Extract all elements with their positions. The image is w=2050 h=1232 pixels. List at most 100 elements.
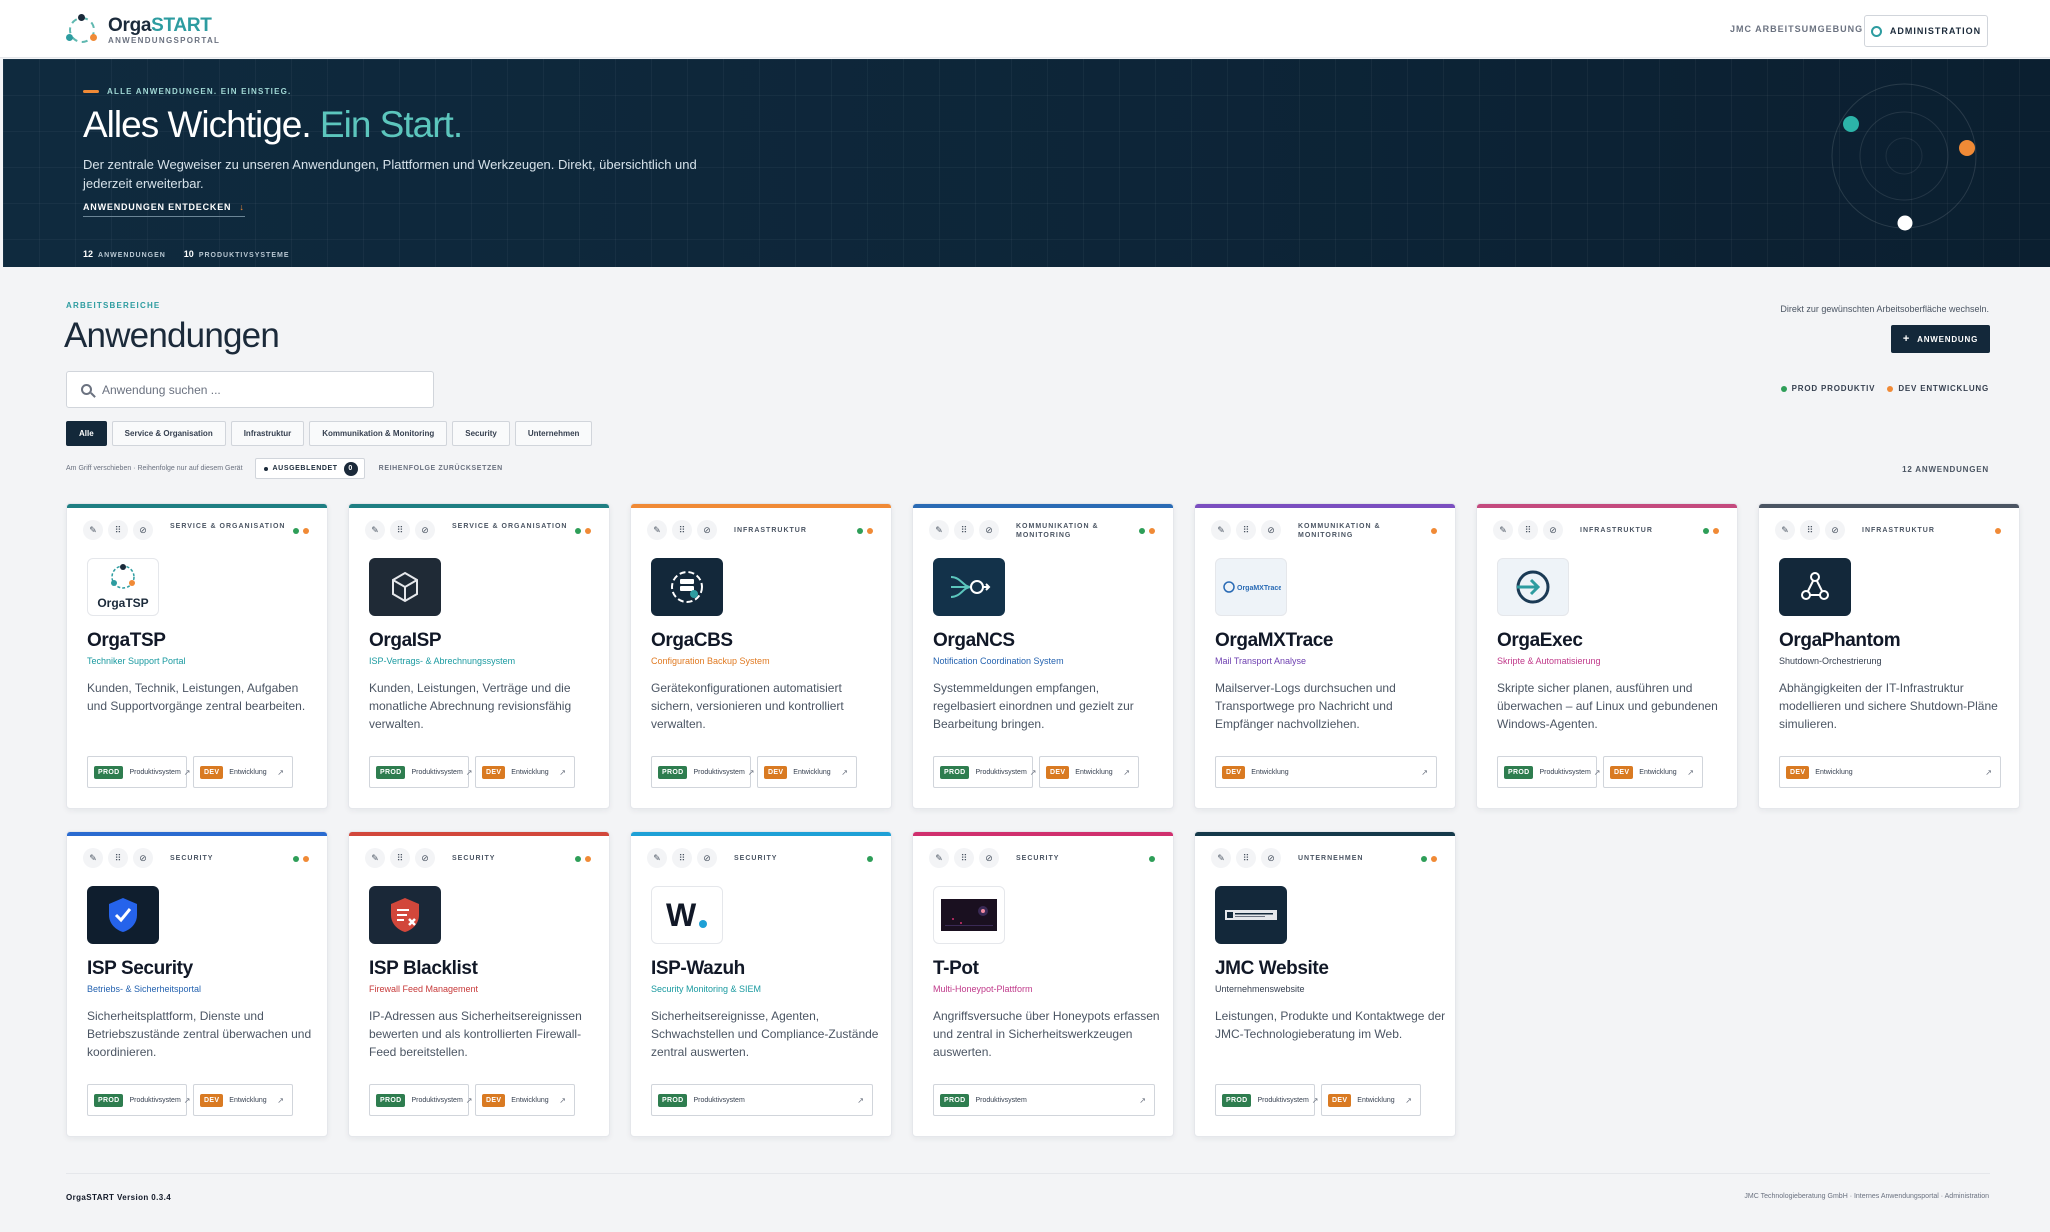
prod-link[interactable]: PROD Produktivsystem ↗ — [933, 1084, 1155, 1116]
edit-icon[interactable]: ✎ — [1211, 848, 1231, 868]
edit-icon[interactable]: ✎ — [83, 520, 103, 540]
drag-handle-icon[interactable]: ⠿ — [1518, 520, 1538, 540]
hide-icon[interactable]: ⊘ — [415, 520, 435, 540]
drag-handle-icon[interactable]: ⠿ — [672, 520, 692, 540]
edit-icon[interactable]: ✎ — [365, 848, 385, 868]
edit-icon[interactable]: ✎ — [929, 520, 949, 540]
drag-handle-icon[interactable]: ⠿ — [954, 848, 974, 868]
dev-link[interactable]: DEV Entwicklung ↗ — [1215, 756, 1437, 788]
card-category: SECURITY — [1016, 855, 1060, 862]
card-category: INFRASTRUKTUR — [1580, 527, 1653, 534]
hide-icon[interactable]: ⊘ — [697, 848, 717, 868]
hide-icon[interactable]: ⊘ — [1543, 520, 1563, 540]
filter-all[interactable]: Alle — [66, 421, 107, 446]
search-input[interactable] — [102, 382, 402, 397]
dev-link[interactable]: DEV Entwicklung ↗ — [475, 756, 575, 788]
app-card-ispsecurity[interactable]: ✎ ⠿ ⊘ SECURITY ISP Security Betriebs- & Siche… — [66, 831, 328, 1137]
prod-link[interactable]: PROD Produktivsystem ↗ — [1497, 756, 1601, 788]
drag-handle-icon[interactable]: ⠿ — [1236, 848, 1256, 868]
card-subtitle: Notification Coordination System — [933, 656, 1064, 666]
external-link-icon: ↗ — [183, 767, 191, 777]
prod-link[interactable]: PROD Produktivsystem ↗ — [933, 756, 1037, 788]
hide-icon[interactable]: ⊘ — [1261, 848, 1281, 868]
administration-button[interactable]: ADMINISTRATION — [1864, 15, 1988, 47]
prod-link[interactable]: PROD Produktivsystem ↗ — [87, 1084, 191, 1116]
edit-icon[interactable]: ✎ — [929, 848, 949, 868]
card-accent-line — [349, 504, 609, 508]
prod-link[interactable]: PROD Produktivsystem ↗ — [369, 1084, 473, 1116]
drag-handle-icon[interactable]: ⠿ — [390, 848, 410, 868]
hide-icon[interactable]: ⊘ — [133, 520, 153, 540]
hide-icon[interactable]: ⊘ — [979, 848, 999, 868]
card-env-links: PROD Produktivsystem ↗ DEV Entwicklung ↗ — [933, 756, 1139, 788]
dev-status-dot — [303, 856, 309, 862]
app-card-orgatsp[interactable]: ✎ ⠿ ⊘ SERVICE & ORGANISATION OrgaTSP OrgaTSP T… — [66, 503, 328, 809]
drag-handle-icon[interactable]: ⠿ — [390, 520, 410, 540]
app-card-tpot[interactable]: ✎ ⠿ ⊘ SECURITY T-Pot Multi-Honeypot-Plattform… — [912, 831, 1174, 1137]
filter-security[interactable]: Security — [452, 421, 510, 446]
filter-unternehmen[interactable]: Unternehmen — [514, 421, 593, 446]
app-card-orgaphantom[interactable]: ✎ ⠿ ⊘ INFRASTRUKTUR OrgaPhantom Shutdown-Orch… — [1758, 503, 2020, 809]
edit-icon[interactable]: ✎ — [365, 520, 385, 540]
app-card-orgacbs[interactable]: ✎ ⠿ ⊘ INFRASTRUKTUR OrgaCBS Configuration Bac… — [630, 503, 892, 809]
prod-link[interactable]: PROD Produktivsystem ↗ — [87, 756, 191, 788]
dev-link[interactable]: DEV Entwicklung ↗ — [757, 756, 857, 788]
prod-link[interactable]: PROD Produktivsystem ↗ — [1215, 1084, 1319, 1116]
svg-text:W: W — [666, 897, 697, 933]
app-card-orgamxtrace[interactable]: ✎ ⠿ ⊘ KOMMUNIKATION & MONITORING OrgaMXTrace… — [1194, 503, 1456, 809]
hide-icon[interactable]: ⊘ — [1825, 520, 1845, 540]
app-card-organcs[interactable]: ✎ ⠿ ⊘ KOMMUNIKATION & MONITORING OrgaNCS Noti… — [912, 503, 1174, 809]
dev-badge: DEV — [200, 765, 224, 779]
drag-handle-icon[interactable]: ⠿ — [954, 520, 974, 540]
hide-icon[interactable]: ⊘ — [1261, 520, 1281, 540]
card-title: OrgaTSP — [87, 630, 166, 651]
app-logo[interactable]: OrgaSTART ANWENDUNGSPORTAL — [66, 14, 220, 46]
prod-link[interactable]: PROD Produktivsystem ↗ — [651, 1084, 873, 1116]
drag-handle-icon[interactable]: ⠿ — [108, 520, 128, 540]
app-card-orgaisp[interactable]: ✎ ⠿ ⊘ SERVICE & ORGANISATION OrgaISP ISP-Vert… — [348, 503, 610, 809]
card-category: KOMMUNIKATION & MONITORING — [1016, 523, 1099, 539]
hide-icon[interactable]: ⊘ — [415, 848, 435, 868]
card-title: T-Pot — [933, 958, 979, 979]
edit-icon[interactable]: ✎ — [1775, 520, 1795, 540]
search-box[interactable] — [66, 371, 434, 408]
edit-icon[interactable]: ✎ — [83, 848, 103, 868]
dev-link[interactable]: DEV Entwicklung ↗ — [1039, 756, 1139, 788]
discover-apps-link[interactable]: ANWENDUNGEN ENTDECKEN ↓ — [83, 202, 245, 217]
prod-link[interactable]: PROD Produktivsystem ↗ — [651, 756, 755, 788]
drag-handle-icon[interactable]: ⠿ — [1800, 520, 1820, 540]
app-card-jmcwebsite[interactable]: ✎ ⠿ ⊘ UNTERNEHMEN JMC Website Unternehmensweb… — [1194, 831, 1456, 1137]
drag-handle-icon[interactable]: ⠿ — [108, 848, 128, 868]
nav-workspace-link[interactable]: JMC ARBEITSUMGEBUNG — [1730, 24, 1863, 34]
card-status — [1149, 856, 1155, 862]
app-card-orgaexec[interactable]: ✎ ⠿ ⊘ INFRASTRUKTUR OrgaExec Skripte & Automa… — [1476, 503, 1738, 809]
dev-link[interactable]: DEV Entwicklung ↗ — [1603, 756, 1703, 788]
card-subtitle: Unternehmenswebsite — [1215, 984, 1305, 994]
edit-icon[interactable]: ✎ — [1211, 520, 1231, 540]
edit-icon[interactable]: ✎ — [647, 520, 667, 540]
reset-order-button[interactable]: REIHENFOLGE ZURÜCKSETZEN — [379, 465, 503, 472]
dev-link[interactable]: DEV Entwicklung ↗ — [1779, 756, 2001, 788]
dev-link[interactable]: DEV Entwicklung ↗ — [475, 1084, 575, 1116]
drag-handle-icon[interactable]: ⠿ — [672, 848, 692, 868]
dev-link[interactable]: DEV Entwicklung ↗ — [1321, 1084, 1421, 1116]
hide-icon[interactable]: ⊘ — [697, 520, 717, 540]
edit-icon[interactable]: ✎ — [647, 848, 667, 868]
hidden-apps-toggle[interactable]: AUSGEBLENDET 0 — [254, 458, 365, 479]
dev-link[interactable]: DEV Entwicklung ↗ — [193, 1084, 293, 1116]
dev-link[interactable]: DEV Entwicklung ↗ — [193, 756, 293, 788]
drag-handle-icon[interactable]: ⠿ — [1236, 520, 1256, 540]
hide-icon[interactable]: ⊘ — [979, 520, 999, 540]
edit-icon[interactable]: ✎ — [1493, 520, 1513, 540]
dev-badge: DEV — [1328, 1093, 1352, 1107]
filter-kommunikation-monitoring[interactable]: Kommunikation & Monitoring — [309, 421, 448, 446]
add-application-button[interactable]: + ANWENDUNG — [1891, 325, 1990, 353]
filter-service-organisation[interactable]: Service & Organisation — [111, 421, 226, 446]
hide-icon[interactable]: ⊘ — [133, 848, 153, 868]
card-tools: ✎ ⠿ ⊘ — [929, 520, 999, 540]
app-card-ispblacklist[interactable]: ✎ ⠿ ⊘ SECURITY ISP Blacklist Firewall Feed Ma… — [348, 831, 610, 1137]
filter-infrastruktur[interactable]: Infrastruktur — [230, 421, 305, 446]
prod-link[interactable]: PROD Produktivsystem ↗ — [369, 756, 473, 788]
dev-status-dot — [1431, 856, 1437, 862]
app-card-ispwazuh[interactable]: ✎ ⠿ ⊘ SECURITY W ISP-Wazuh Security Monitoring… — [630, 831, 892, 1137]
